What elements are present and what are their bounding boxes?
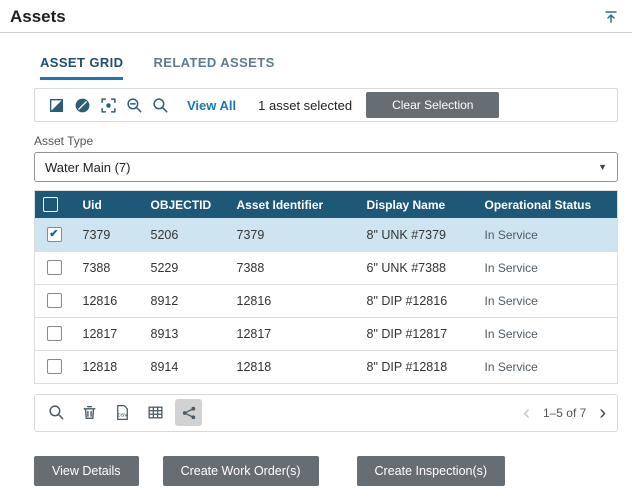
cell-display-name: 8" DIP #12817 (359, 317, 477, 350)
flash-selection-icon[interactable] (43, 93, 69, 117)
asset-type-select[interactable]: Water Main (7) ▼ (34, 152, 618, 182)
row-checkbox[interactable] (47, 260, 62, 275)
view-details-button[interactable]: View Details (34, 456, 139, 486)
cell-asset-identifier: 7388 (229, 251, 359, 284)
cell-operational-status: In Service (477, 350, 618, 383)
cell-uid: 12818 (75, 350, 143, 383)
clear-selection-button[interactable]: Clear Selection (366, 92, 499, 118)
cell-objectid: 5206 (143, 218, 229, 251)
panel-header: Assets (0, 0, 632, 32)
cell-asset-identifier: 12818 (229, 350, 359, 383)
grid-footer-toolbar: CSV ‹ 1–5 of 7 › (34, 394, 618, 432)
page-title: Assets (10, 7, 66, 27)
cell-operational-status: In Service (477, 218, 618, 251)
row-checkbox[interactable] (47, 359, 62, 374)
cell-asset-identifier: 7379 (229, 218, 359, 251)
chevron-down-icon: ▼ (598, 162, 607, 172)
cell-uid: 12817 (75, 317, 143, 350)
cell-objectid: 8914 (143, 350, 229, 383)
column-header-operational-status[interactable]: Operational Status (477, 191, 618, 219)
cell-operational-status: In Service (477, 317, 618, 350)
previous-page-icon[interactable]: ‹ (520, 403, 533, 423)
tab-related-assets[interactable]: RELATED ASSETS (153, 55, 274, 80)
zoom-out-icon[interactable] (121, 93, 147, 117)
cell-display-name: 8" UNK #7379 (359, 218, 477, 251)
grid-toolbar: View All 1 asset selected Clear Selectio… (34, 88, 618, 122)
cell-uid: 12816 (75, 284, 143, 317)
asset-type-value: Water Main (7) (45, 160, 598, 175)
cell-operational-status: In Service (477, 251, 618, 284)
create-work-orders-button[interactable]: Create Work Order(s) (163, 456, 319, 486)
assets-panel: Assets ASSET GRID RELATED ASSETS (0, 0, 632, 498)
cell-operational-status: In Service (477, 284, 618, 317)
column-header-objectid[interactable]: OBJECTID (143, 191, 229, 219)
cell-asset-identifier: 12816 (229, 284, 359, 317)
table-row[interactable]: 12817 8913 12817 8" DIP #12817 In Servic… (35, 317, 618, 350)
next-page-icon[interactable]: › (596, 403, 609, 423)
action-buttons: View Details Create Work Order(s) Create… (34, 456, 618, 486)
table-header-row: Uid OBJECTID Asset Identifier Display Na… (35, 191, 618, 219)
cell-asset-identifier: 12817 (229, 317, 359, 350)
column-header-asset-identifier[interactable]: Asset Identifier (229, 191, 359, 219)
column-header-display-name[interactable]: Display Name (359, 191, 477, 219)
tab-asset-grid[interactable]: ASSET GRID (40, 55, 123, 80)
page-range-text: 1–5 of 7 (543, 406, 586, 420)
tab-bar: ASSET GRID RELATED ASSETS (40, 55, 618, 80)
column-header-uid[interactable]: Uid (75, 191, 143, 219)
cell-objectid: 5229 (143, 251, 229, 284)
pagination: ‹ 1–5 of 7 › (520, 403, 609, 423)
cell-display-name: 8" DIP #12816 (359, 284, 477, 317)
highlight-off-icon[interactable] (69, 93, 95, 117)
select-all-checkbox[interactable] (43, 197, 58, 212)
row-checkbox[interactable] (47, 293, 62, 308)
row-checkbox[interactable] (47, 326, 62, 341)
cell-uid: 7379 (75, 218, 143, 251)
column-chooser-icon[interactable] (142, 399, 169, 426)
asset-type-label: Asset Type (34, 134, 618, 148)
table-row[interactable]: 7379 5206 7379 8" UNK #7379 In Service (35, 218, 618, 251)
view-all-link[interactable]: View All (187, 98, 236, 113)
asset-grid-table: Uid OBJECTID Asset Identifier Display Na… (34, 190, 618, 384)
delete-icon[interactable] (76, 399, 103, 426)
create-inspections-button[interactable]: Create Inspection(s) (357, 456, 506, 486)
cell-uid: 7388 (75, 251, 143, 284)
asset-type-field: Asset Type Water Main (7) ▼ (34, 134, 618, 182)
table-row[interactable]: 12818 8914 12818 8" DIP #12818 In Servic… (35, 350, 618, 383)
table-row[interactable]: 7388 5229 7388 6" UNK #7388 In Service (35, 251, 618, 284)
search-icon[interactable] (43, 399, 70, 426)
svg-text:CSV: CSV (117, 413, 128, 419)
relationships-icon[interactable] (175, 399, 202, 426)
search-map-icon[interactable] (147, 93, 173, 117)
export-csv-icon[interactable]: CSV (109, 399, 136, 426)
cell-display-name: 6" UNK #7388 (359, 251, 477, 284)
cell-display-name: 8" DIP #12818 (359, 350, 477, 383)
table-row[interactable]: 12816 8912 12816 8" DIP #12816 In Servic… (35, 284, 618, 317)
selection-count-text: 1 asset selected (258, 98, 352, 113)
zoom-to-selection-icon[interactable] (95, 93, 121, 117)
collapse-panel-icon[interactable] (600, 8, 622, 26)
cell-objectid: 8912 (143, 284, 229, 317)
row-checkbox[interactable] (47, 227, 62, 242)
panel-content: ASSET GRID RELATED ASSETS View All 1 ass… (0, 33, 632, 486)
cell-objectid: 8913 (143, 317, 229, 350)
